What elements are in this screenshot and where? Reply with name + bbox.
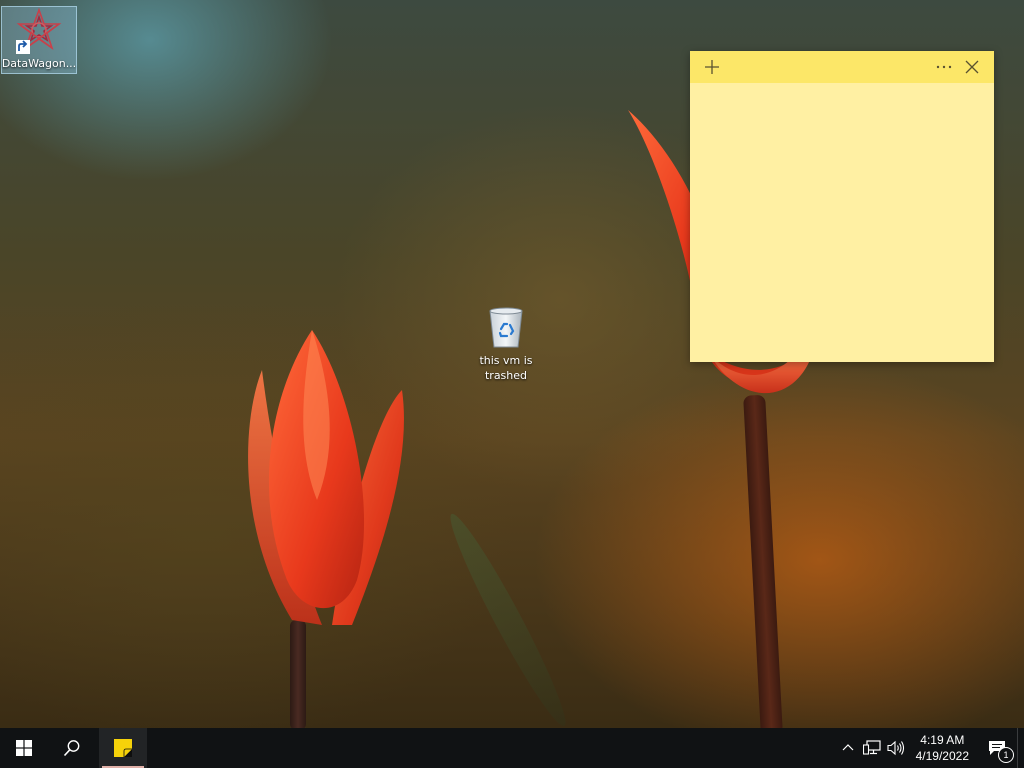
action-center-button[interactable]: 1 xyxy=(977,728,1017,768)
chevron-up-icon xyxy=(842,744,854,751)
taskbar: 4:19 AM 4/19/2022 1 xyxy=(0,728,1024,768)
wallpaper-tulip-stem-right xyxy=(743,394,783,728)
new-note-button[interactable] xyxy=(698,53,726,81)
sticky-notes-icon xyxy=(114,739,132,757)
plus-icon xyxy=(705,60,719,74)
network-icon xyxy=(862,740,881,755)
wallpaper-leaf xyxy=(440,507,576,728)
desktop-icon-recycle-bin[interactable]: this vm is trashed xyxy=(468,305,544,383)
search-icon xyxy=(63,740,80,757)
clock[interactable]: 4:19 AM 4/19/2022 xyxy=(908,728,977,768)
search-button[interactable] xyxy=(48,728,96,768)
more-icon xyxy=(936,65,952,69)
taskbar-app-sticky-notes[interactable] xyxy=(99,728,147,768)
desktop-icon-label: this vm is trashed xyxy=(479,354,533,382)
clock-date: 4/19/2022 xyxy=(915,749,969,763)
desktop[interactable]: DataWagon... this vm is trashed xyxy=(0,0,1024,728)
sticky-note-window[interactable] xyxy=(690,51,994,362)
close-button[interactable] xyxy=(958,53,986,81)
volume-button[interactable] xyxy=(884,728,908,768)
datawagon-app-icon xyxy=(16,7,62,54)
windows-logo-icon xyxy=(16,740,32,756)
system-tray: 4:19 AM 4/19/2022 1 xyxy=(836,728,1024,768)
desktop-icon-datawagon[interactable]: DataWagon... xyxy=(1,6,77,74)
volume-icon xyxy=(887,740,904,756)
show-hidden-icons-button[interactable] xyxy=(836,728,860,768)
recycle-bin-icon xyxy=(489,307,523,348)
menu-button[interactable] xyxy=(930,53,958,81)
clock-time: 4:19 AM xyxy=(920,733,965,747)
notification-count-badge: 1 xyxy=(998,747,1014,763)
sticky-note-header[interactable] xyxy=(690,51,994,83)
wallpaper-tulip-stem-left xyxy=(290,620,306,728)
desktop-icon-label: DataWagon... xyxy=(1,57,77,70)
show-desktop-button[interactable] xyxy=(1017,728,1024,768)
close-icon xyxy=(965,60,979,74)
wallpaper-tulip-left xyxy=(248,330,404,625)
start-button[interactable] xyxy=(0,728,48,768)
sticky-note-text-area[interactable] xyxy=(690,83,994,362)
network-button[interactable] xyxy=(860,728,884,768)
